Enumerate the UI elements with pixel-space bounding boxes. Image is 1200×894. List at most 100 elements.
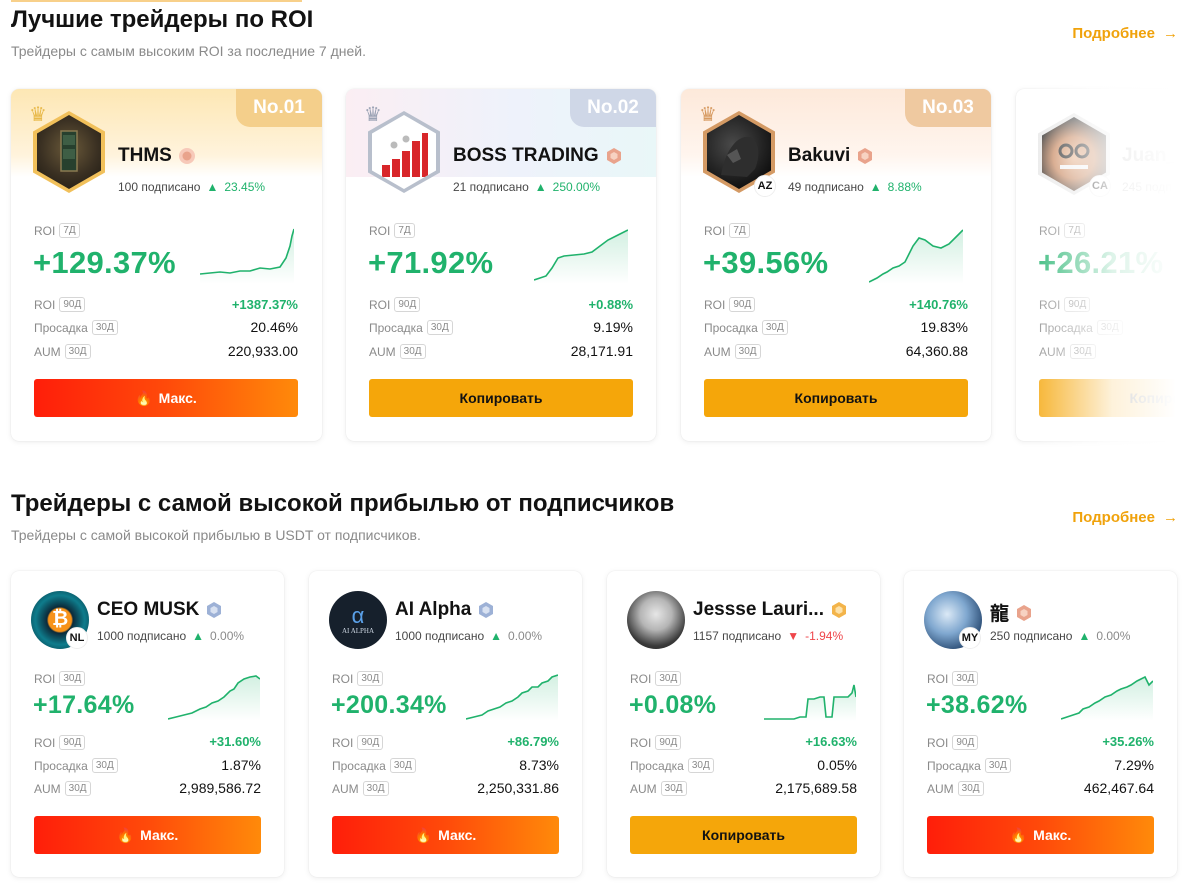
trader-name[interactable]: Juan_ bbox=[1122, 145, 1176, 167]
trader-name[interactable]: THMS bbox=[118, 145, 196, 167]
level-badge-icon bbox=[858, 148, 873, 164]
change-up-icon: ▲ bbox=[490, 629, 503, 643]
section-top-roi: Лучшие трейдеры по ROI Трейдеры с самым … bbox=[0, 0, 1200, 452]
drawdown-label: Просадка 30Д bbox=[630, 758, 714, 773]
aum-value: 2,250,331.86 bbox=[477, 780, 559, 796]
drawdown-value: 9.19% bbox=[593, 319, 633, 335]
fire-icon: 🔥 bbox=[116, 826, 135, 843]
copy-button[interactable]: Копировать bbox=[1039, 379, 1176, 417]
drawdown-label: Просадка 30Д bbox=[34, 320, 118, 335]
rank-badge: No.01 bbox=[236, 89, 322, 127]
trader-name[interactable]: CEO MUSK bbox=[97, 599, 223, 621]
roi-label: ROI 30Д bbox=[34, 671, 86, 686]
roi90-label: ROI 90Д bbox=[34, 735, 86, 750]
aum-label: AUM 30Д bbox=[704, 344, 761, 359]
subscribers-meta: 250 подписано ▲ 0.00% bbox=[990, 629, 1131, 643]
sparkline bbox=[1061, 675, 1153, 721]
roi-label: ROI 7Д bbox=[369, 223, 415, 238]
rank-badge: No.03 bbox=[905, 89, 991, 127]
copy-button[interactable]: Копировать bbox=[369, 379, 633, 417]
subscribers-meta: 49 подписано ▲ 8.88% bbox=[788, 180, 922, 194]
copy-button[interactable]: Копировать bbox=[630, 816, 857, 854]
trader-name[interactable]: Jessse Lauri... bbox=[693, 599, 848, 621]
level-badge-icon bbox=[831, 602, 846, 618]
arrow-right-icon: → bbox=[1163, 25, 1178, 42]
roi-value: +38.62% bbox=[926, 691, 1028, 719]
roi90-label: ROI 90Д bbox=[704, 297, 756, 312]
subscribers-meta: 245 подп bbox=[1122, 180, 1172, 194]
section-subtitle: Трейдеры с самой высокой прибылью в USDT… bbox=[11, 527, 421, 543]
rank-badge: No.02 bbox=[570, 89, 656, 127]
roi90-value: +86.79% bbox=[507, 734, 559, 749]
avatar[interactable]: ♛ AZ bbox=[699, 105, 776, 197]
max-copy-button[interactable]: 🔥 Макс. bbox=[927, 816, 1154, 854]
sparkline bbox=[534, 229, 628, 284]
section-title: Трейдеры с самой высокой прибылью от под… bbox=[11, 490, 675, 517]
more-link[interactable]: Подробнее → bbox=[1072, 509, 1178, 526]
aum-label: AUM 30Д bbox=[630, 781, 687, 796]
aum-label: AUM 30Д bbox=[34, 344, 91, 359]
crown-icon: ♛ bbox=[29, 104, 47, 126]
roi-label: ROI 7Д bbox=[1039, 223, 1085, 238]
aum-value: 462,467.64 bbox=[1083, 780, 1154, 796]
country-flag-badge: NL bbox=[66, 627, 88, 649]
roi-value: +39.56% bbox=[703, 245, 829, 280]
roi-value: +129.37% bbox=[33, 245, 176, 280]
roi90-label: ROI 90Д bbox=[927, 735, 979, 750]
avatar[interactable]: ♛ bbox=[364, 105, 440, 197]
trader-card[interactable]: α AI ALPHA AI Alpha 1000 подписано ▲ 0.0… bbox=[309, 571, 582, 877]
roi-value: +71.92% bbox=[368, 245, 494, 280]
drawdown-value: 8.73% bbox=[519, 757, 559, 773]
more-link[interactable]: Подробнее → bbox=[1072, 25, 1178, 42]
change-up-icon: ▲ bbox=[534, 180, 547, 194]
fire-icon: 🔥 bbox=[135, 389, 153, 406]
subscribers-meta: 21 подписано ▲ 250.00% bbox=[453, 180, 601, 194]
arrow-right-icon: → bbox=[1163, 509, 1178, 526]
copy-button[interactable]: Копировать bbox=[704, 379, 968, 417]
drawdown-value: 1.87% bbox=[221, 757, 261, 773]
change-up-icon: ▲ bbox=[192, 629, 205, 643]
trader-card[interactable]: No.01 ♛ THMS 100 подписано ▲ 23.45% ROI 7… bbox=[11, 89, 322, 441]
max-copy-button[interactable]: 🔥 Макс. bbox=[34, 816, 261, 854]
trader-name[interactable]: BOSS TRADING bbox=[453, 145, 623, 167]
aum-label: AUM 30Д bbox=[369, 344, 426, 359]
max-copy-button[interactable]: 🔥 Макс. bbox=[34, 379, 298, 417]
roi90-label: ROI 90Д bbox=[630, 735, 682, 750]
roi90-value: +1387.37% bbox=[231, 297, 298, 312]
roi90-value: +35.26% bbox=[1102, 734, 1154, 749]
trader-card[interactable]: MY 龍 250 подписано ▲ 0.00% ROI 30Д +38.62… bbox=[904, 571, 1177, 877]
trader-name[interactable]: 龍 bbox=[990, 599, 1033, 626]
aum-value: 220,933.00 bbox=[227, 343, 298, 359]
country-flag-badge: CA bbox=[1089, 175, 1111, 197]
roi90-value: +140.76% bbox=[909, 297, 968, 312]
drawdown-label: Просадка 30Д bbox=[34, 758, 118, 773]
roi90-label: ROI 90Д bbox=[369, 297, 421, 312]
trader-card[interactable]: ₿ NL CEO MUSK 1000 подписано ▲ 0.00% ROI… bbox=[11, 571, 284, 877]
roi90-label: ROI 90Д bbox=[332, 735, 384, 750]
trader-name[interactable]: Bakuvi bbox=[788, 145, 874, 167]
aum-value: 28,171.91 bbox=[570, 343, 633, 359]
trader-card[interactable]: CA Juan_ 245 подп ROI 7Д +26.21% ROI 90Д П… bbox=[1016, 89, 1176, 441]
avatar[interactable]: α AI ALPHA bbox=[329, 591, 387, 649]
roi-label: ROI 30Д bbox=[927, 671, 979, 686]
max-copy-button[interactable]: 🔥 Макс. bbox=[332, 816, 559, 854]
level-badge-icon bbox=[1017, 604, 1032, 621]
roi90-value: +0.88% bbox=[588, 297, 633, 312]
country-flag-badge: AZ bbox=[754, 175, 776, 197]
trader-card[interactable]: No.02 ♛ BOSS TRADING 21 подписано ▲ 250.… bbox=[346, 89, 656, 441]
trader-card[interactable]: Jessse Lauri... 1157 подписано ▼ -1.94% … bbox=[607, 571, 880, 877]
avatar[interactable]: ♛ bbox=[29, 105, 105, 197]
aum-label: AUM 30Д bbox=[927, 781, 984, 796]
subscribers-meta: 1000 подписано ▲ 0.00% bbox=[395, 629, 543, 643]
subscribers-meta: 1157 подписано ▼ -1.94% bbox=[693, 629, 844, 643]
fire-icon: 🔥 bbox=[414, 826, 433, 843]
change-up-icon: ▲ bbox=[206, 180, 219, 194]
trader-card[interactable]: No.03 ♛ AZ Bakuvi 49 подписано ▲ 8.88% R… bbox=[681, 89, 991, 441]
trader-name[interactable]: AI Alpha bbox=[395, 599, 495, 621]
avatar[interactable]: CA bbox=[1038, 113, 1111, 199]
drawdown-label: Просадка 30Д bbox=[704, 320, 788, 335]
aum-label: AUM 30Д bbox=[332, 781, 389, 796]
roi90-label: ROI 90Д bbox=[1039, 297, 1091, 312]
subscribers-meta: 1000 подписано ▲ 0.00% bbox=[97, 629, 245, 643]
avatar[interactable] bbox=[627, 591, 685, 649]
